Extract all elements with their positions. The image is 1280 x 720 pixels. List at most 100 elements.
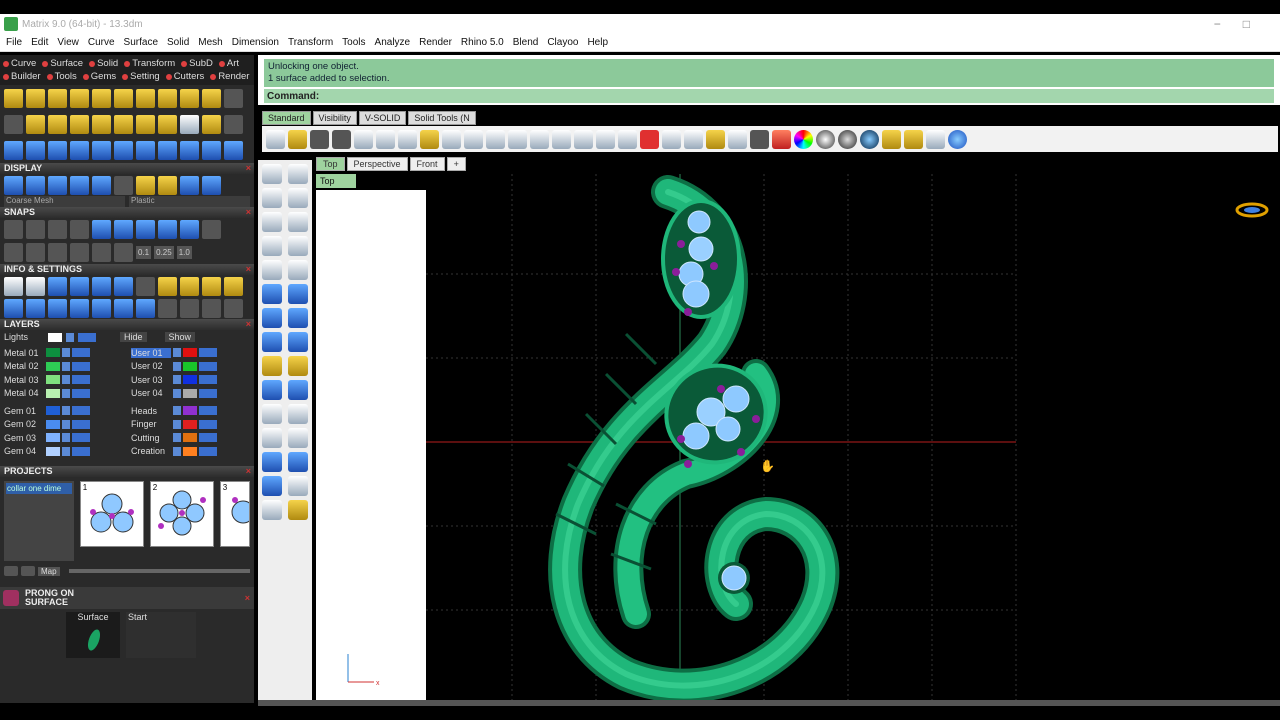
cut-icon[interactable] xyxy=(376,129,395,149)
array-icon[interactable] xyxy=(92,140,111,160)
align-icon[interactable] xyxy=(158,140,177,160)
trim-icon[interactable] xyxy=(26,114,45,134)
tab-transform[interactable]: Transform xyxy=(124,57,175,70)
tab-perspective-view[interactable]: Perspective xyxy=(346,157,408,171)
ring-icon[interactable] xyxy=(224,140,243,160)
mesh-dropdown[interactable]: Coarse Mesh xyxy=(4,196,125,207)
snap-int-icon[interactable] xyxy=(114,219,133,239)
sparkle-icon[interactable] xyxy=(202,298,221,318)
spiral-icon[interactable] xyxy=(180,88,199,108)
lock-icon[interactable] xyxy=(114,242,133,262)
snap-value-3[interactable]: 1.0 xyxy=(176,245,192,259)
loft-tool-icon[interactable] xyxy=(288,284,308,304)
tab-curve[interactable]: Curve xyxy=(3,57,36,70)
layer-color-swatch[interactable] xyxy=(183,388,197,398)
sphere-icon[interactable] xyxy=(816,129,835,149)
start-button[interactable]: Start xyxy=(126,612,196,658)
layer-row[interactable]: Creation xyxy=(131,445,250,459)
layer-row[interactable]: Metal 01 xyxy=(4,346,123,360)
filter-icon[interactable] xyxy=(92,298,111,318)
menu-dimension[interactable]: Dimension xyxy=(232,37,279,48)
light-bulb-icon[interactable] xyxy=(706,129,725,149)
layer-color-swatch[interactable] xyxy=(46,419,60,429)
menu-help[interactable]: Help xyxy=(587,37,608,48)
pendant-model[interactable]: ✋ xyxy=(316,174,1280,700)
tab-vsolid[interactable]: V-SOLID xyxy=(358,111,407,125)
osnap-icon[interactable] xyxy=(70,242,89,262)
save-icon[interactable] xyxy=(310,129,329,149)
array-tool-icon[interactable] xyxy=(262,476,282,496)
gear-icon[interactable] xyxy=(202,88,221,108)
tab-surface[interactable]: Surface xyxy=(42,57,83,70)
dimension-tool-icon[interactable] xyxy=(262,404,282,424)
ghosted-icon[interactable] xyxy=(70,175,89,195)
layer-color-swatch[interactable] xyxy=(183,375,197,385)
palette-icon[interactable] xyxy=(224,298,243,318)
twist-icon[interactable] xyxy=(180,140,199,160)
mirror-icon[interactable] xyxy=(114,140,133,160)
layer-color-swatch[interactable] xyxy=(183,433,197,443)
polyline-tool-icon[interactable] xyxy=(262,188,282,208)
catalog-icon[interactable] xyxy=(158,276,177,296)
layer-row[interactable]: User 01 xyxy=(131,346,250,360)
circle-target-icon[interactable] xyxy=(684,129,703,149)
layer-row[interactable]: User 02 xyxy=(131,360,250,374)
layers-section-header[interactable]: LAYERS × xyxy=(0,319,254,330)
text-tool-icon[interactable] xyxy=(288,404,308,424)
bend-icon[interactable] xyxy=(136,140,155,160)
render-sphere-icon[interactable] xyxy=(48,175,67,195)
weight-icon[interactable] xyxy=(70,276,89,296)
metal-sphere-icon[interactable] xyxy=(158,175,177,195)
material-dropdown[interactable]: Plastic xyxy=(129,196,250,207)
menu-analyze[interactable]: Analyze xyxy=(375,37,411,48)
point-icon[interactable] xyxy=(4,114,23,134)
ortho-icon[interactable] xyxy=(26,242,45,262)
new-file-icon[interactable] xyxy=(266,129,285,149)
maximize-button[interactable]: □ xyxy=(1243,17,1250,31)
projects-section-header[interactable]: PROJECTS × xyxy=(0,466,254,477)
fillet-tool-icon[interactable] xyxy=(288,260,308,280)
spotlight-icon[interactable] xyxy=(882,129,901,149)
minimize-button[interactable]: − xyxy=(1214,17,1221,31)
layer-row[interactable]: Metal 03 xyxy=(4,373,123,387)
layer-row[interactable]: Gem 04 xyxy=(4,445,123,459)
rotate-icon[interactable] xyxy=(26,140,45,160)
cylinder-tool-icon[interactable] xyxy=(262,332,282,352)
sweep-tool-icon[interactable] xyxy=(288,332,308,352)
zoom-in-icon[interactable] xyxy=(508,129,527,149)
material-sphere-icon[interactable] xyxy=(838,129,857,149)
material-icon[interactable] xyxy=(114,175,133,195)
analyze-tool-icon[interactable] xyxy=(262,500,282,520)
ruler-icon[interactable] xyxy=(640,129,659,149)
texture-icon[interactable] xyxy=(180,298,199,318)
menu-transform[interactable]: Transform xyxy=(288,37,333,48)
layer-color-swatch[interactable] xyxy=(183,361,197,371)
surface-option[interactable]: Surface xyxy=(66,612,120,658)
explode-tool-icon[interactable] xyxy=(288,452,308,472)
globe-icon[interactable] xyxy=(48,298,67,318)
offset-tool-icon[interactable] xyxy=(262,260,282,280)
layer-color-swatch[interactable] xyxy=(183,419,197,429)
gold-sphere-icon[interactable] xyxy=(136,175,155,195)
tab-visibility[interactable]: Visibility xyxy=(312,111,357,125)
layer-row[interactable]: Finger xyxy=(131,418,250,432)
project-list[interactable]: collar one dime xyxy=(4,481,74,561)
grid-icon[interactable] xyxy=(618,129,637,149)
snap-cen-icon[interactable] xyxy=(92,219,111,239)
more-icon[interactable] xyxy=(224,88,243,108)
map-button[interactable]: Map xyxy=(38,566,60,576)
rebuild-icon[interactable] xyxy=(136,114,155,134)
snap-icon[interactable] xyxy=(662,129,681,149)
snap-value-1[interactable]: 0.1 xyxy=(136,245,152,259)
select-arrow-icon[interactable] xyxy=(262,164,282,184)
tab-solid[interactable]: Solid xyxy=(89,57,118,70)
menu-clayoo[interactable]: Clayoo xyxy=(547,37,578,48)
layer-color-swatch[interactable] xyxy=(46,361,60,371)
project-thumb[interactable]: 3 xyxy=(219,481,250,547)
add-project-icon[interactable] xyxy=(4,566,18,576)
color-wheel-icon[interactable] xyxy=(794,129,813,149)
tab-render[interactable]: Render xyxy=(210,70,249,83)
bridge-icon[interactable] xyxy=(92,88,111,108)
lock-icon[interactable] xyxy=(750,129,769,149)
horizontal-scrollbar[interactable] xyxy=(258,700,1280,706)
